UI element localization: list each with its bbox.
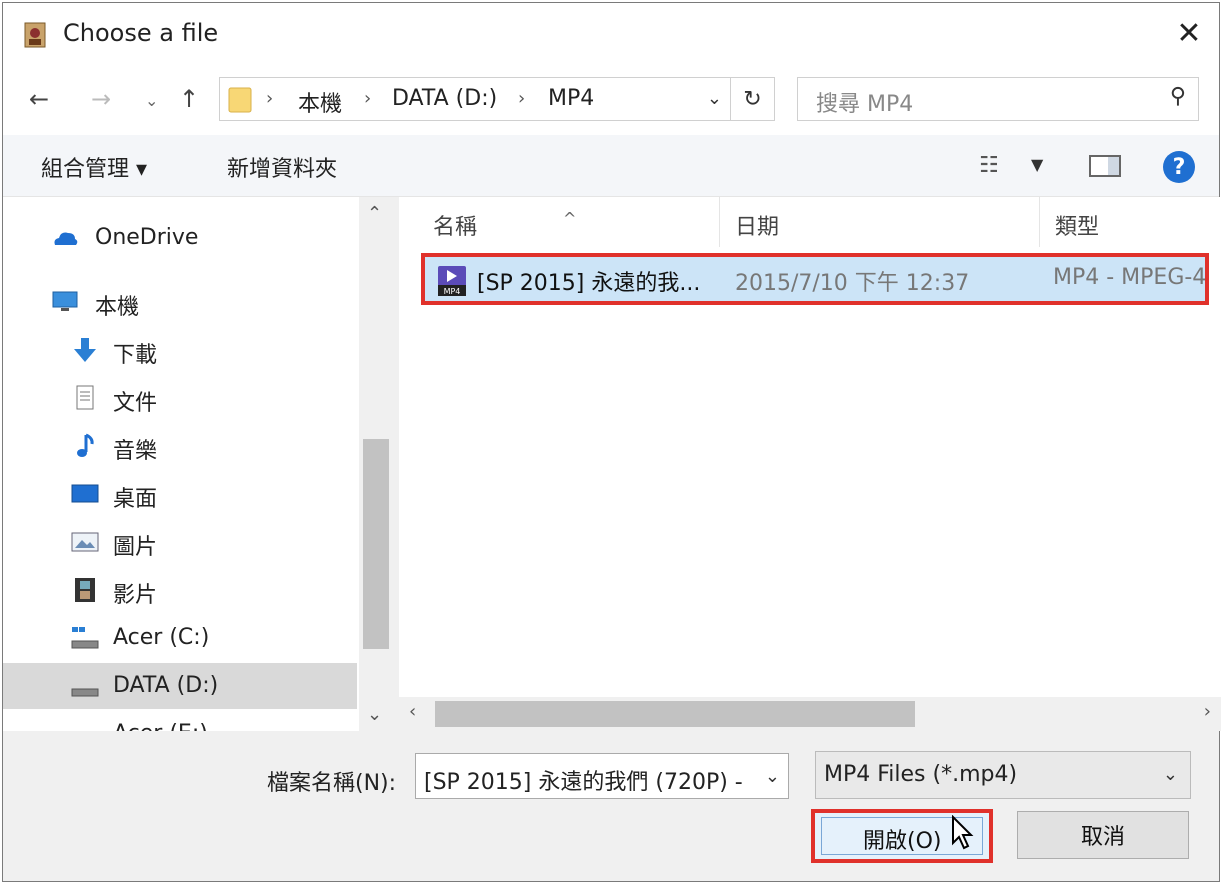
sidebar-item-label: 下載 [113,343,158,368]
preview-pane-icon[interactable] [1089,155,1121,177]
mouse-cursor-icon [952,815,974,850]
breadcrumb-data-drive[interactable]: DATA (D:) [392,86,497,111]
scroll-right-icon[interactable]: › [1204,701,1211,722]
search-input[interactable]: 搜尋 MP4 ⚲ [797,77,1199,121]
sidebar-item-drive-d[interactable]: DATA (D:) [3,663,357,709]
sort-ascending-icon: ^ [563,209,577,228]
sidebar-item-label: OneDrive [95,225,199,250]
file-row[interactable]: MP4 [SP 2015] 永遠的我... 2015/7/10 下午 12:37… [421,253,1209,305]
address-row: ← → ⌄ ↑ › 本機 › DATA (D:) › MP4 ⌄ ↻ 搜尋 MP… [3,65,1219,135]
filename-label: 檔案名稱(N): [267,771,397,796]
forward-arrow-icon[interactable]: → [91,85,111,113]
scroll-down-icon[interactable]: ⌄ [367,704,382,725]
sidebar-item-this-pc[interactable]: 本機 [3,279,357,325]
address-bar[interactable]: › 本機 › DATA (D:) › MP4 ⌄ [219,77,731,121]
sidebar-item-drive-e[interactable]: Acer (E:) [3,711,357,731]
filename-input[interactable]: [SP 2015] 永遠的我們 (720P) - ⌄ [415,753,789,799]
command-toolbar: 組合管理 ▾ 新增資料夾 ☷ ▼ ? [3,135,1219,197]
breadcrumb-this-pc[interactable]: 本機 [298,86,342,118]
file-list-scrollbar[interactable]: ‹ › [399,697,1221,731]
title-bar: Choose a file ✕ [3,3,1219,65]
sidebar-item-pictures[interactable]: 圖片 [3,519,357,565]
chevron-down-icon: ⌄ [1162,764,1178,785]
app-icon [24,22,46,48]
drive-icon [71,688,99,697]
file-type: MP4 - MPEG-4 [1053,265,1207,290]
sidebar-item-label: 本機 [95,295,140,320]
cancel-button[interactable]: 取消 [1017,811,1189,859]
sidebar-item-label: Acer (E:) [113,721,208,731]
close-icon[interactable]: ✕ [1159,3,1219,63]
sidebar-item-label: 音樂 [113,439,158,464]
music-icon [77,433,94,457]
column-type-label: 類型 [1055,215,1100,240]
scroll-thumb[interactable] [435,701,915,727]
desktop-icon [71,484,99,503]
column-name-label: 名稱 [433,215,478,240]
scroll-thumb[interactable] [363,439,389,649]
column-header-date[interactable]: 日期 [719,197,1039,249]
view-options-icon[interactable]: ☷ [979,153,999,178]
sidebar-item-label: 文件 [113,391,158,416]
mp4-file-icon: MP4 [438,266,466,296]
sidebar-item-label: 圖片 [113,535,158,560]
breadcrumb-separator-icon: › [364,88,372,109]
sidebar-item-label: 桌面 [113,487,158,512]
breadcrumb-mp4[interactable]: MP4 [548,86,594,111]
recent-locations-chevron-icon[interactable]: ⌄ [145,91,158,110]
sidebar-item-desktop[interactable]: 桌面 [3,471,357,517]
file-date: 2015/7/10 下午 12:37 [735,271,970,296]
scroll-up-icon[interactable]: ⌃ [367,203,382,224]
back-arrow-icon[interactable]: ← [29,85,49,113]
chevron-down-icon[interactable]: ⌄ [765,766,780,787]
computer-icon [52,291,78,311]
scroll-left-icon[interactable]: ‹ [409,701,416,722]
view-dropdown-icon[interactable]: ▼ [1031,155,1043,174]
file-dialog: Choose a file ✕ ← → ⌄ ↑ › 本機 › DATA (D:)… [2,2,1221,882]
file-list: 名稱 ^ 日期 類型 MP4 [SP 2015] 永遠的我... 2015/7/… [399,197,1221,731]
column-header-name[interactable]: 名稱 ^ [399,197,719,249]
sidebar-item-label: 影片 [113,583,158,608]
breadcrumb-separator-icon: › [518,88,526,109]
help-icon[interactable]: ? [1163,151,1195,183]
breadcrumb-separator-icon: › [266,88,274,109]
sidebar-item-label: DATA (D:) [113,673,219,698]
file-name: [SP 2015] 永遠的我... [477,271,701,296]
new-folder-button[interactable]: 新增資料夾 [227,151,337,183]
up-arrow-icon[interactable]: ↑ [179,85,199,113]
folder-icon [228,87,252,113]
filetype-value: MP4 Files (*.mp4) [824,762,1018,787]
download-icon [74,338,96,362]
window-title: Choose a file [63,19,219,47]
search-placeholder: 搜尋 MP4 [816,92,914,117]
sidebar-item-downloads[interactable]: 下載 [3,327,357,373]
refresh-icon[interactable]: ↻ [731,77,775,121]
cloud-icon [54,232,78,245]
column-header-type[interactable]: 類型 [1039,197,1219,249]
picture-icon [71,532,99,552]
navigation-pane: OneDrive 本機 下載 文件 音樂 桌面 圖片 影片 Acer (C:) … [3,197,393,731]
svg-text:MP4: MP4 [444,287,461,296]
sidebar-item-label: Acer (C:) [113,625,210,650]
search-icon[interactable]: ⚲ [1170,84,1186,109]
sidebar-item-onedrive[interactable]: OneDrive [3,215,357,261]
video-icon [75,578,95,602]
sidebar-item-documents[interactable]: 文件 [3,375,357,421]
sidebar-scrollbar[interactable]: ⌃ ⌄ [359,197,393,731]
filename-value: [SP 2015] 永遠的我們 (720P) - [424,770,743,795]
column-date-label: 日期 [735,215,780,240]
sidebar-item-music[interactable]: 音樂 [3,423,357,469]
document-icon [76,385,94,410]
open-button-label: 開啟(O) [863,829,942,854]
drive-icon [71,721,99,731]
sidebar-item-drive-c[interactable]: Acer (C:) [3,615,357,661]
drive-icon [71,627,99,649]
address-dropdown-icon[interactable]: ⌄ [707,88,722,109]
filetype-select[interactable]: MP4 Files (*.mp4) ⌄ [815,751,1191,799]
organize-button[interactable]: 組合管理 ▾ [41,151,147,183]
sidebar-item-videos[interactable]: 影片 [3,567,357,613]
